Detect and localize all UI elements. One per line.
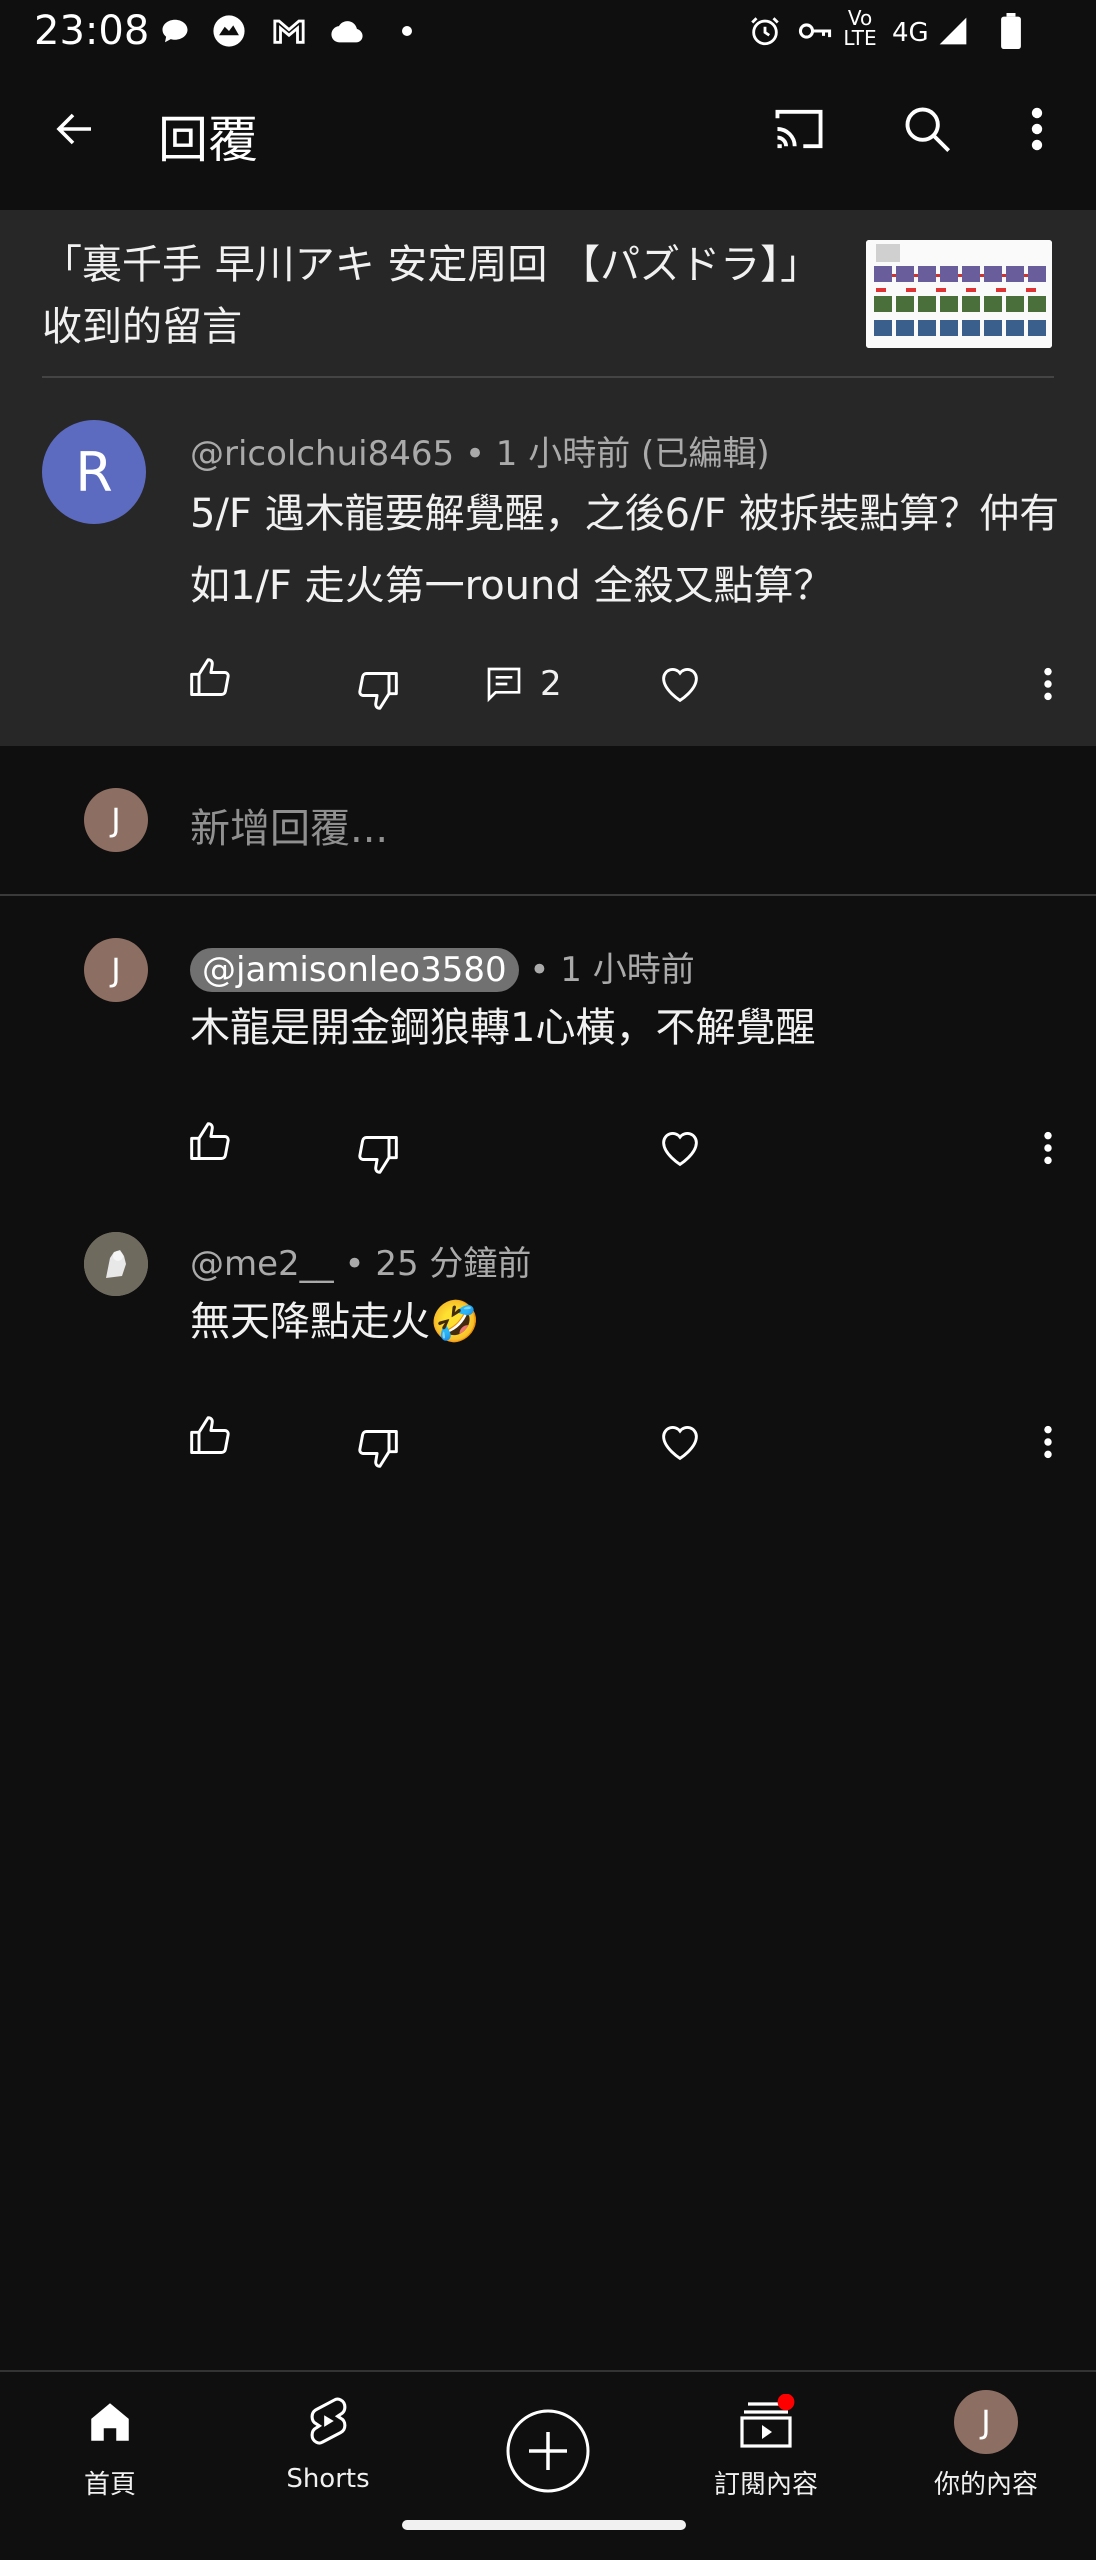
thumbs-down-icon xyxy=(358,1136,398,1174)
back-arrow-icon xyxy=(56,113,91,145)
home-icon xyxy=(78,2390,142,2454)
gmail-icon xyxy=(272,14,306,48)
network-label: 4G xyxy=(892,18,929,48)
cast-button[interactable] xyxy=(764,94,834,164)
heart-icon xyxy=(662,1132,698,1167)
search-icon xyxy=(905,107,951,153)
add-reply-row[interactable]: J 新增回覆... xyxy=(0,746,1096,894)
account-avatar-icon: J xyxy=(954,2390,1018,2454)
page-title: 回覆 xyxy=(158,111,258,169)
heart-button[interactable] xyxy=(656,1124,704,1172)
comment-author-handle[interactable]: @ricolchui8465 xyxy=(190,434,454,474)
comment-author-handle[interactable]: @jamisonleo3580 xyxy=(190,948,519,992)
nav-item-home[interactable]: 首頁 xyxy=(20,2390,200,2510)
more-vert-icon xyxy=(1031,107,1043,151)
top-app-bar: 回覆 xyxy=(0,64,1096,190)
thumbs-up-icon xyxy=(190,1416,230,1454)
home-indicator[interactable] xyxy=(402,2520,686,2530)
nav-item-create[interactable] xyxy=(458,2390,638,2510)
comment-meta: @jamisonleo3580 • 1 小時前 xyxy=(190,942,695,992)
reply-count: 2 xyxy=(540,664,562,704)
heart-button[interactable] xyxy=(656,660,704,708)
nav-label: 首頁 xyxy=(83,2470,136,2500)
like-button[interactable] xyxy=(186,654,234,702)
dot-icon xyxy=(390,14,424,48)
more-vert-icon xyxy=(1044,1131,1052,1165)
avatar: J xyxy=(954,2390,1018,2454)
more-options-button[interactable] xyxy=(1002,94,1072,164)
volte-label: Vo LTE xyxy=(843,6,877,50)
shorts-icon xyxy=(296,2390,360,2454)
comment-timestamp: • 25 分鐘前 xyxy=(333,1244,532,1284)
nav-item-you[interactable]: J 你的內容 xyxy=(896,2390,1076,2510)
more-vert-icon xyxy=(1044,1425,1052,1459)
video-thumbnail[interactable] xyxy=(866,240,1052,348)
more-vert-icon xyxy=(1044,667,1052,701)
video-header-title: 「裏千手 早川アキ 安定周回 【パズドラ】」收到的留言 xyxy=(42,242,801,350)
status-bar: 23:08 Vo LTE 4G xyxy=(0,0,1096,64)
create-plus-icon xyxy=(505,2408,591,2494)
add-reply-input[interactable]: 新增回覆... xyxy=(190,796,388,854)
video-header[interactable]: 「裏千手 早川アキ 安定周回 【パズドラ】」收到的留言 xyxy=(0,210,1096,378)
heart-button[interactable] xyxy=(656,1418,704,1466)
avatar[interactable] xyxy=(84,1232,148,1296)
dislike-button[interactable] xyxy=(354,666,402,714)
reply-comment: @me2__ • 25 分鐘前 無天降點走火🤣 xyxy=(0,1190,1096,1480)
signal-icon xyxy=(936,14,970,48)
avatar-image xyxy=(84,1232,148,1296)
reply-comment: J @jamisonleo3580 • 1 小時前 木龍是開金鋼狼轉1心橫，不解… xyxy=(0,896,1096,1186)
replies-button[interactable] xyxy=(480,660,528,708)
nav-label: 你的內容 xyxy=(933,2470,1038,2500)
nav-item-shorts[interactable]: Shorts xyxy=(238,2390,418,2510)
cast-icon xyxy=(775,109,823,149)
search-button[interactable] xyxy=(892,94,962,164)
thumbs-up-icon xyxy=(190,1122,230,1160)
dislike-button[interactable] xyxy=(354,1424,402,1472)
nav-label: 訂閱內容 xyxy=(713,2470,818,2500)
thumbs-up-icon xyxy=(190,658,230,696)
like-button[interactable] xyxy=(186,1118,234,1166)
heart-icon xyxy=(662,1426,698,1461)
comment-more-button[interactable] xyxy=(1024,1124,1072,1172)
comment-more-button[interactable] xyxy=(1024,1418,1072,1466)
comment-author-handle[interactable]: @me2__ xyxy=(190,1244,334,1284)
cloud-icon xyxy=(330,14,364,48)
avatar[interactable]: J xyxy=(84,938,148,1002)
thumbs-down-icon xyxy=(358,1430,398,1468)
comment-text: 無天降點走火🤣 xyxy=(190,1299,480,1345)
avatar: J xyxy=(84,788,148,852)
comment-meta: @me2__ • 25 分鐘前 xyxy=(190,1236,531,1285)
comment-text: 5/F 遇木龍要解覺醒，之後6/F 被拆裝點算？仲有如1/F 走火第一round… xyxy=(190,491,1060,609)
comment-icon xyxy=(487,667,521,703)
heart-icon xyxy=(662,668,698,703)
nav-item-subscriptions[interactable]: 訂閱內容 xyxy=(676,2390,856,2510)
avatar[interactable]: R xyxy=(42,420,146,524)
comment-timestamp: • 1 小時前 xyxy=(518,950,695,990)
comment-timestamp: • 1 小時前 (已編輯) xyxy=(454,434,770,474)
battery-icon xyxy=(994,13,1028,49)
bottom-navigation: 首頁 Shorts 訂閱內容 J 你的內容 xyxy=(0,2370,1096,2560)
alarm-icon xyxy=(748,14,782,48)
dislike-button[interactable] xyxy=(354,1130,402,1178)
comment-meta: @ricolchui8465 • 1 小時前 (已編輯) xyxy=(190,426,770,475)
like-button[interactable] xyxy=(186,1412,234,1460)
nav-label: Shorts xyxy=(286,2464,370,2494)
comment-text: 木龍是開金鋼狼轉1心橫，不解覺醒 xyxy=(190,1005,816,1051)
parent-comment: R @ricolchui8465 • 1 小時前 (已編輯) 5/F 遇木龍要解… xyxy=(0,378,1096,746)
comment-more-button[interactable] xyxy=(1024,660,1072,708)
back-button[interactable] xyxy=(40,94,110,164)
face-app-icon xyxy=(212,14,246,48)
subscriptions-icon xyxy=(734,2390,798,2454)
status-time: 23:08 xyxy=(34,8,150,54)
vpn-key-icon xyxy=(798,14,832,48)
chat-bubble-icon xyxy=(158,14,192,48)
thumbs-down-icon xyxy=(358,672,398,710)
